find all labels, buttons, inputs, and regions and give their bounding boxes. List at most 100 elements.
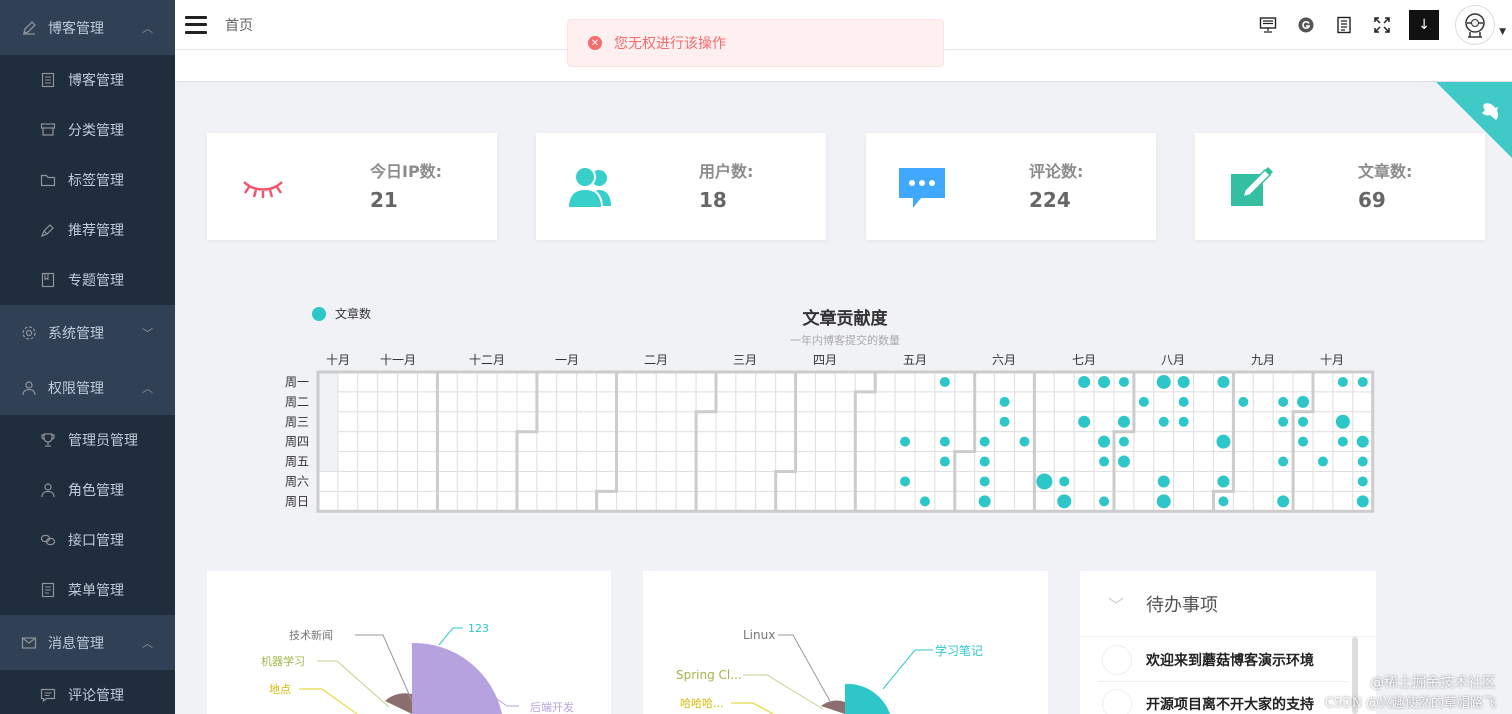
menu-item-tag[interactable]: 标签管理 xyxy=(0,155,175,205)
todo-checkbox[interactable] xyxy=(1102,688,1132,714)
contribution-dot[interactable] xyxy=(900,476,911,487)
fullscreen-icon[interactable] xyxy=(1371,14,1393,36)
contribution-dot[interactable] xyxy=(1098,435,1111,448)
calendar-cell[interactable] xyxy=(655,371,677,393)
contribution-dot[interactable] xyxy=(1277,495,1290,508)
calendar-cell[interactable] xyxy=(1014,490,1035,512)
calendar-cell[interactable] xyxy=(496,490,518,512)
calendar-cell[interactable] xyxy=(934,411,956,433)
calendar-cell[interactable] xyxy=(1193,451,1214,473)
calendar-cell[interactable] xyxy=(1014,451,1035,473)
contribution-dot[interactable] xyxy=(1356,495,1369,508)
contribution-dot[interactable] xyxy=(1317,456,1328,467)
calendar-cell[interactable] xyxy=(357,411,379,433)
calendar-cell[interactable] xyxy=(815,431,836,453)
calendar-cell[interactable] xyxy=(735,371,757,393)
calendar-cell[interactable] xyxy=(675,431,697,453)
menu-item-menu[interactable]: 菜单管理 xyxy=(0,565,175,615)
calendar-cell[interactable] xyxy=(616,391,637,413)
calendar-cell[interactable] xyxy=(1252,451,1274,473)
contribution-dot[interactable] xyxy=(1078,375,1091,388)
calendar-cell[interactable] xyxy=(635,371,657,393)
calendar-cell[interactable] xyxy=(377,391,399,413)
calendar-cell[interactable] xyxy=(1073,391,1095,413)
menu-group-permission[interactable]: 权限管理 ︿ xyxy=(0,360,175,415)
document-icon[interactable] xyxy=(1333,14,1355,36)
calendar-cell[interactable] xyxy=(596,490,618,512)
calendar-cell[interactable] xyxy=(436,490,458,512)
calendar-cell[interactable] xyxy=(417,490,438,512)
calendar-cell[interactable] xyxy=(456,371,478,393)
calendar-cell[interactable] xyxy=(317,471,339,492)
contribution-dot[interactable] xyxy=(900,436,911,447)
calendar-cell[interactable] xyxy=(536,451,558,473)
menu-item-api[interactable]: 接口管理 xyxy=(0,515,175,565)
calendar-cell[interactable] xyxy=(715,451,737,473)
menu-item-recommend[interactable]: 推荐管理 xyxy=(0,205,175,255)
contribution-dot[interactable] xyxy=(1117,455,1130,468)
calendar-cell[interactable] xyxy=(1014,391,1035,413)
calendar-cell[interactable] xyxy=(1053,451,1075,473)
calendar-cell[interactable] xyxy=(1014,411,1035,433)
calendar-cell[interactable] xyxy=(1332,451,1354,473)
calendar-cell[interactable] xyxy=(536,411,558,433)
calendar-cell[interactable] xyxy=(974,371,996,393)
calendar-cell[interactable] xyxy=(1173,471,1195,492)
calendar-cell[interactable] xyxy=(695,431,717,453)
calendar-cell[interactable] xyxy=(456,391,478,413)
calendar-cell[interactable] xyxy=(556,431,578,453)
calendar-cell[interactable] xyxy=(655,471,677,492)
calendar-cell[interactable] xyxy=(417,431,438,453)
calendar-cell[interactable] xyxy=(914,471,936,492)
contribution-dot[interactable] xyxy=(1337,436,1348,447)
calendar-cell[interactable] xyxy=(954,431,976,453)
calendar-cell[interactable] xyxy=(556,451,578,473)
calendar-cell[interactable] xyxy=(476,411,498,433)
calendar-cell[interactable] xyxy=(834,411,856,433)
calendar-cell[interactable] xyxy=(795,391,816,413)
calendar-cell[interactable] xyxy=(397,451,419,473)
calendar-cell[interactable] xyxy=(417,451,438,473)
contribution-dot[interactable] xyxy=(1118,436,1129,447)
calendar-cell[interactable] xyxy=(675,371,697,393)
calendar-cell[interactable] xyxy=(635,490,657,512)
contribution-dot[interactable] xyxy=(1157,475,1170,488)
calendar-cell[interactable] xyxy=(815,451,836,473)
calendar-cell[interactable] xyxy=(476,371,498,393)
calendar-cell[interactable] xyxy=(1292,490,1314,512)
calendar-cell[interactable] xyxy=(1312,471,1334,492)
calendar-cell[interactable] xyxy=(755,490,777,512)
calendar-cell[interactable] xyxy=(834,391,856,413)
calendar-cell[interactable] xyxy=(536,431,558,453)
calendar-cell[interactable] xyxy=(476,490,498,512)
calendar-cell[interactable] xyxy=(456,451,478,473)
calendar-cell[interactable] xyxy=(1014,471,1035,492)
calendar-cell[interactable] xyxy=(1133,471,1155,492)
calendar-cell[interactable] xyxy=(934,490,956,512)
calendar-cell[interactable] xyxy=(576,451,598,473)
contribution-dot[interactable] xyxy=(1298,416,1309,427)
calendar-cell[interactable] xyxy=(1093,411,1115,433)
calendar-cell[interactable] xyxy=(616,411,637,433)
calendar-cell[interactable] xyxy=(1133,411,1155,433)
calendar-cell[interactable] xyxy=(974,391,996,413)
calendar-cell[interactable] xyxy=(1113,471,1135,492)
calendar-cell[interactable] xyxy=(655,391,677,413)
calendar-cell[interactable] xyxy=(994,471,1015,492)
calendar-cell[interactable] xyxy=(1053,371,1075,393)
calendar-cell[interactable] xyxy=(516,490,538,512)
calendar-cell[interactable] xyxy=(735,391,757,413)
calendar-cell[interactable] xyxy=(357,431,379,453)
calendar-cell[interactable] xyxy=(715,490,737,512)
calendar-cell[interactable] xyxy=(576,411,598,433)
calendar-cell[interactable] xyxy=(1312,431,1334,453)
calendar-cell[interactable] xyxy=(1053,391,1075,413)
pie-slice[interactable] xyxy=(385,693,412,714)
calendar-cell[interactable] xyxy=(795,490,816,512)
calendar-cell[interactable] xyxy=(675,490,697,512)
calendar-cell[interactable] xyxy=(1153,431,1175,453)
calendar-cell[interactable] xyxy=(596,471,618,492)
calendar-cell[interactable] xyxy=(1232,471,1254,492)
calendar-cell[interactable] xyxy=(337,490,359,512)
calendar-cell[interactable] xyxy=(436,371,458,393)
